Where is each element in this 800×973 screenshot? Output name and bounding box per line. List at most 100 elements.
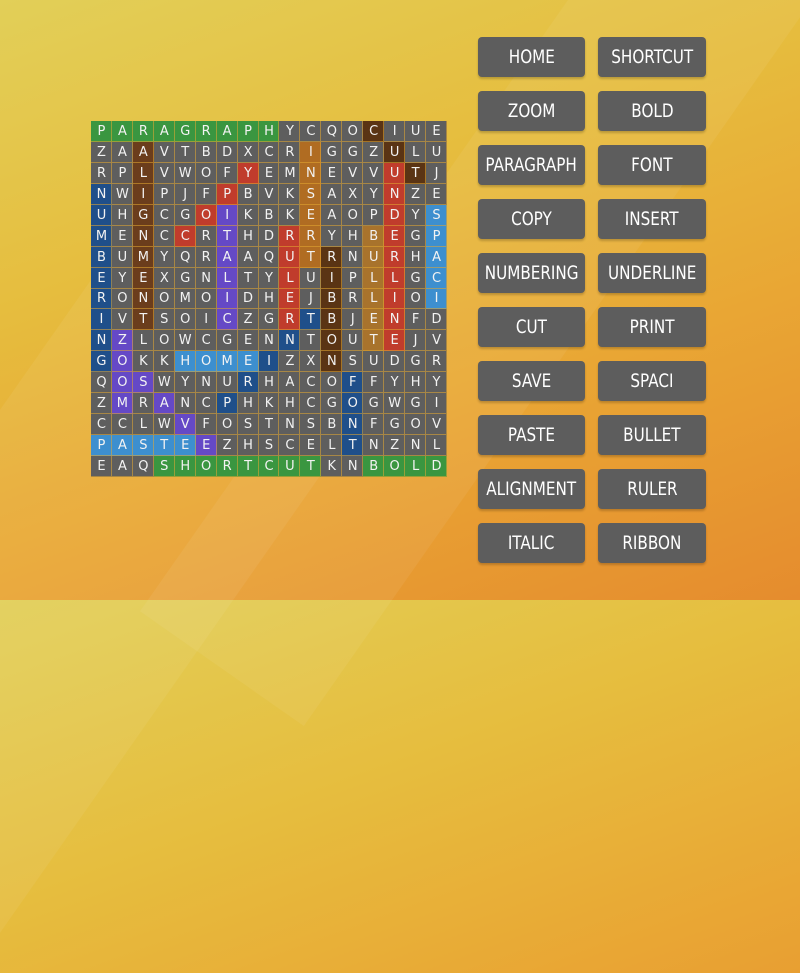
- grid-cell-found[interactable]: A: [216, 121, 238, 142]
- grid-cell[interactable]: X: [300, 351, 322, 373]
- grid-cell-found[interactable]: N: [321, 351, 343, 373]
- grid-cell[interactable]: L: [321, 435, 343, 457]
- grid-cell[interactable]: Q: [258, 246, 280, 268]
- grid-cell[interactable]: G: [405, 393, 427, 415]
- grid-cell[interactable]: H: [342, 225, 364, 247]
- grid-cell[interactable]: Q: [321, 121, 343, 142]
- grid-cell[interactable]: K: [279, 183, 301, 205]
- grid-cell[interactable]: A: [111, 141, 133, 163]
- grid-cell-found[interactable]: A: [153, 121, 175, 142]
- grid-cell[interactable]: C: [195, 330, 217, 352]
- grid-cell[interactable]: D: [216, 141, 238, 163]
- grid-cell-found[interactable]: L: [279, 267, 301, 289]
- grid-cell-found[interactable]: N: [342, 414, 364, 436]
- grid-cell[interactable]: H: [279, 393, 301, 415]
- grid-cell[interactable]: N: [258, 330, 280, 352]
- grid-cell[interactable]: Y: [153, 246, 175, 268]
- grid-cell[interactable]: V: [342, 162, 364, 184]
- grid-cell[interactable]: K: [258, 393, 280, 415]
- grid-cell-found[interactable]: B: [363, 225, 385, 247]
- grid-cell[interactable]: Y: [363, 183, 385, 205]
- grid-cell-found[interactable]: I: [321, 267, 343, 289]
- word-button-cut[interactable]: CUT: [478, 307, 585, 347]
- grid-cell[interactable]: R: [195, 225, 217, 247]
- grid-cell[interactable]: Y: [174, 372, 196, 394]
- grid-cell-found[interactable]: T: [132, 309, 154, 331]
- grid-cell[interactable]: T: [300, 330, 322, 352]
- grid-cell[interactable]: P: [363, 204, 385, 226]
- grid-cell[interactable]: V: [258, 183, 280, 205]
- grid-cell-found[interactable]: T: [237, 456, 259, 477]
- grid-cell-found[interactable]: G: [91, 351, 112, 373]
- grid-cell[interactable]: C: [300, 121, 322, 142]
- grid-cell[interactable]: Z: [363, 141, 385, 163]
- grid-cell-found[interactable]: T: [300, 309, 322, 331]
- grid-cell-found[interactable]: A: [153, 393, 175, 415]
- grid-cell-found[interactable]: E: [91, 267, 112, 289]
- word-button-save[interactable]: SAVE: [478, 361, 585, 401]
- grid-cell[interactable]: C: [111, 414, 133, 436]
- grid-cell[interactable]: G: [321, 141, 343, 163]
- grid-cell[interactable]: V: [111, 309, 133, 331]
- grid-cell[interactable]: U: [300, 267, 322, 289]
- word-button-insert[interactable]: INSERT: [598, 199, 706, 239]
- grid-cell-found[interactable]: P: [237, 121, 259, 142]
- grid-cell[interactable]: I: [384, 121, 406, 142]
- grid-cell[interactable]: G: [384, 414, 406, 436]
- grid-cell[interactable]: F: [363, 372, 385, 394]
- grid-cell[interactable]: U: [405, 121, 427, 142]
- word-button-ruler[interactable]: RULER: [598, 469, 706, 509]
- grid-cell[interactable]: K: [132, 351, 154, 373]
- grid-cell-found[interactable]: B: [321, 288, 343, 310]
- grid-cell[interactable]: F: [216, 162, 238, 184]
- grid-cell-found[interactable]: N: [91, 330, 112, 352]
- grid-cell-found[interactable]: U: [384, 141, 406, 163]
- grid-cell-found[interactable]: I: [258, 351, 280, 373]
- grid-cell[interactable]: U: [216, 372, 238, 394]
- grid-cell-found[interactable]: E: [300, 204, 322, 226]
- grid-cell-found[interactable]: E: [237, 351, 259, 373]
- grid-cell[interactable]: O: [111, 288, 133, 310]
- grid-cell[interactable]: G: [174, 267, 196, 289]
- grid-cell[interactable]: C: [195, 393, 217, 415]
- grid-cell[interactable]: J: [426, 162, 447, 184]
- grid-cell[interactable]: X: [153, 267, 175, 289]
- grid-cell[interactable]: J: [405, 330, 427, 352]
- grid-cell[interactable]: E: [321, 162, 343, 184]
- grid-cell[interactable]: L: [132, 414, 154, 436]
- grid-cell[interactable]: G: [321, 393, 343, 415]
- grid-cell[interactable]: N: [195, 372, 217, 394]
- grid-cell[interactable]: R: [91, 162, 112, 184]
- grid-cell-found[interactable]: E: [384, 225, 406, 247]
- grid-cell[interactable]: O: [195, 288, 217, 310]
- grid-cell[interactable]: O: [321, 372, 343, 394]
- grid-cell[interactable]: R: [279, 141, 301, 163]
- grid-cell[interactable]: T: [174, 141, 196, 163]
- grid-cell-found[interactable]: O: [384, 456, 406, 477]
- grid-cell[interactable]: G: [363, 393, 385, 415]
- grid-cell[interactable]: W: [174, 162, 196, 184]
- grid-cell[interactable]: C: [300, 393, 322, 415]
- grid-cell-found[interactable]: U: [384, 162, 406, 184]
- grid-cell-found[interactable]: B: [363, 456, 385, 477]
- grid-cell[interactable]: Y: [426, 372, 447, 394]
- grid-cell-found[interactable]: N: [279, 330, 301, 352]
- grid-cell[interactable]: O: [153, 330, 175, 352]
- grid-cell-found[interactable]: T: [300, 246, 322, 268]
- grid-cell-found[interactable]: R: [237, 372, 259, 394]
- grid-cell-found[interactable]: C: [258, 456, 280, 477]
- grid-cell[interactable]: J: [342, 309, 364, 331]
- grid-cell[interactable]: E: [111, 225, 133, 247]
- grid-cell[interactable]: I: [426, 393, 447, 415]
- grid-cell-found[interactable]: I: [300, 141, 322, 163]
- grid-cell[interactable]: K: [279, 204, 301, 226]
- grid-cell-found[interactable]: E: [174, 435, 196, 457]
- grid-cell[interactable]: H: [237, 393, 259, 415]
- grid-cell[interactable]: M: [174, 288, 196, 310]
- grid-cell[interactable]: W: [174, 330, 196, 352]
- grid-cell-found[interactable]: N: [300, 162, 322, 184]
- grid-cell-found[interactable]: P: [91, 435, 112, 457]
- word-button-paste[interactable]: PASTE: [478, 415, 585, 455]
- grid-cell[interactable]: N: [405, 435, 427, 457]
- grid-cell[interactable]: C: [153, 225, 175, 247]
